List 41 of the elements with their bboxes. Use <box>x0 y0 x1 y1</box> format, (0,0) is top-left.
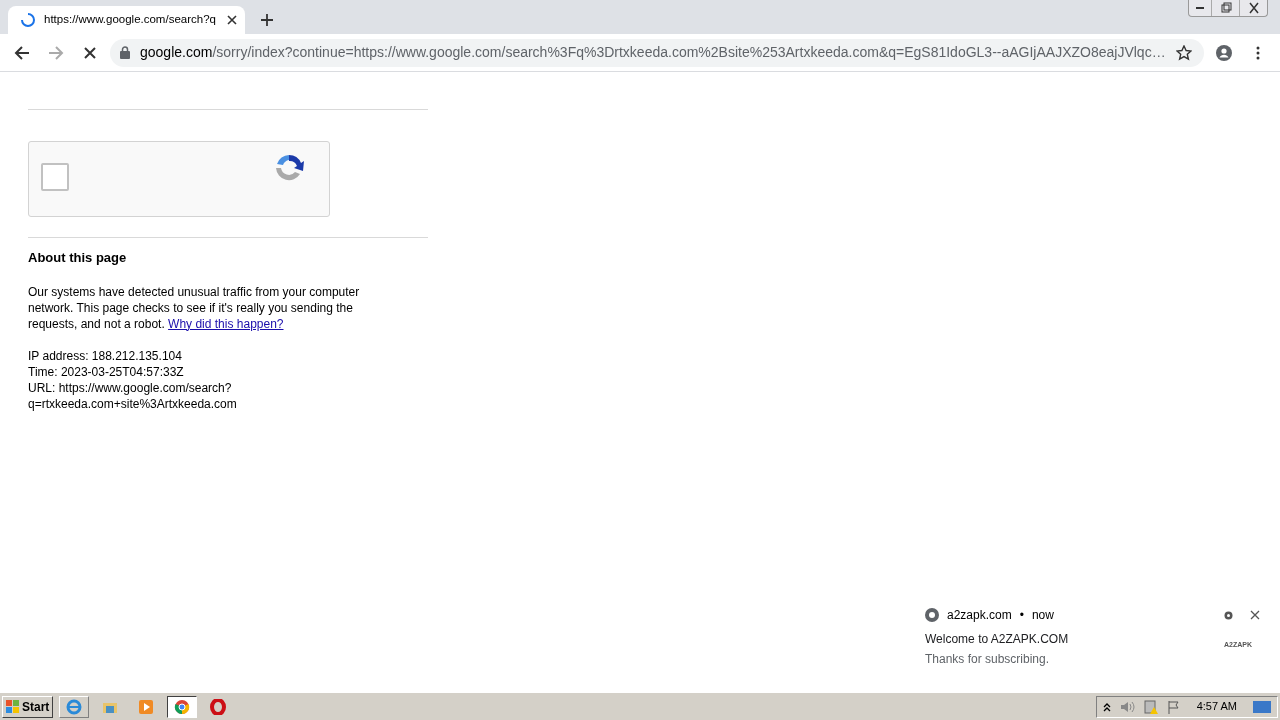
media-player-icon <box>138 698 155 715</box>
close-icon <box>227 15 237 25</box>
ie-icon <box>66 698 83 715</box>
detail-text: Time: 2023-03-25T04:57:33Z <box>28 363 185 380</box>
taskbar-app[interactable] <box>167 695 198 718</box>
chevron-up-icon <box>1102 701 1111 712</box>
show-desktop-icon <box>1253 699 1271 714</box>
flag-icon <box>1166 699 1181 714</box>
detail-text: URL: https://www.google.com/search? <box>28 379 233 396</box>
separator-dot: • <box>1019 607 1024 624</box>
plus-icon <box>261 14 273 26</box>
clock-text: 4:57 AM <box>1195 699 1238 715</box>
browser-tab[interactable]: https://www.google.com/search?q <box>8 6 245 34</box>
close-icon <box>1250 610 1260 620</box>
chrome-icon <box>174 698 191 715</box>
windows-logo-icon <box>6 699 20 714</box>
account-icon <box>1216 44 1232 61</box>
message-text: Our systems have detected unusual traffic from your computer network. This page checks to see if it's really you sending the requests, and not a robot. Why did this happen? <box>28 283 361 332</box>
why-link[interactable]: Why did this happen? <box>168 316 284 331</box>
address-bar[interactable]: google.com/sorry/index?continue=https://www.google.com/search%3Fq%3Drtxkeeda.com%2Bsite%253Artxkeeda.com&q=EgS81IdoGL3--aAGIjAAJXZO8eajJVlqc… <box>110 38 1204 67</box>
time-text: now <box>1031 607 1054 624</box>
back-arrow-icon <box>14 44 30 61</box>
settings-icon <box>1223 609 1234 621</box>
close-tab-button[interactable] <box>227 15 237 25</box>
detail-text: IP address: 188.212.135.104 <box>28 347 183 364</box>
close-notification-button[interactable] <box>1250 610 1260 620</box>
star-icon <box>1175 44 1192 61</box>
site-name: a2zapk.com <box>947 607 1012 624</box>
url-text: google.com/sorry/index?continue=https://www.google.com/search%3Fq%3Drtxkeeda.com%2Bsite%253Artxkeeda.com&q=EgS81IdoGL3--aAGIjAAJXZO8eajJVlqc… <box>140 43 1166 62</box>
stop-icon <box>82 44 98 61</box>
speaker-icon <box>1118 699 1135 714</box>
forward-arrow-icon <box>48 44 64 61</box>
network-warning-icon <box>1142 698 1159 715</box>
section-heading: About this page <box>28 249 128 267</box>
detail-text: q=rtxkeeda.com+site%3Artxkeeda.com <box>28 395 238 412</box>
opera-icon <box>210 698 227 715</box>
settings-button[interactable] <box>1223 609 1234 621</box>
captcha-checkbox[interactable] <box>41 163 69 191</box>
notification-text: Thanks for subscribing. <box>925 651 1051 668</box>
start-button[interactable]: Start <box>2 695 54 718</box>
notification-title: Welcome to A2ZAPK.COM <box>925 631 1069 648</box>
